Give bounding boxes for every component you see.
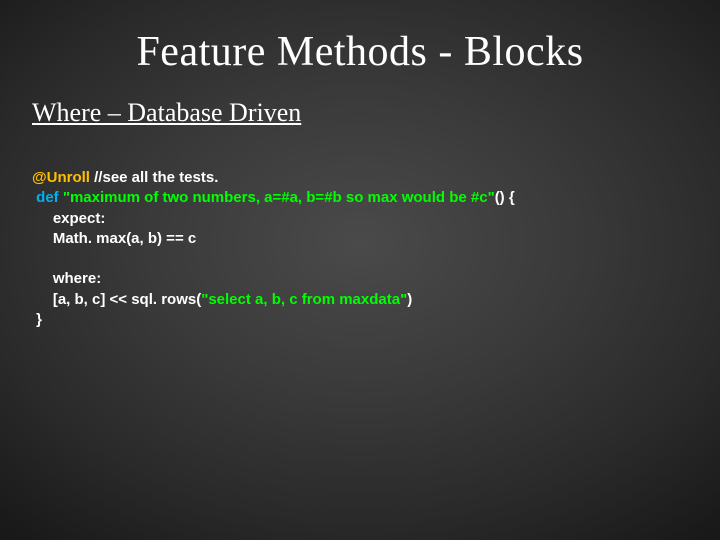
slide-subtitle: Where – Database Driven	[32, 98, 720, 128]
rows-post: )	[407, 291, 412, 308]
rows-string: "select a, b, c from maxdata"	[201, 291, 407, 308]
rows-pre: [a, b, c] << sql. rows(	[32, 291, 201, 308]
where-line: where:	[32, 270, 101, 287]
parens-brace: () {	[495, 189, 515, 206]
math-line: Math. max(a, b) == c	[32, 230, 196, 247]
comment: //see all the tests.	[90, 169, 218, 186]
close-brace: }	[32, 311, 42, 328]
expect-line: expect:	[32, 210, 105, 227]
method-name-string: "maximum of two numbers, a=#a, b=#b so m…	[63, 189, 495, 206]
code-block: @Unroll //see all the tests. def "maximu…	[32, 168, 720, 330]
slide-title: Feature Methods - Blocks	[0, 28, 720, 76]
annotation: @Unroll	[32, 169, 90, 186]
keyword-def: def	[32, 189, 63, 206]
